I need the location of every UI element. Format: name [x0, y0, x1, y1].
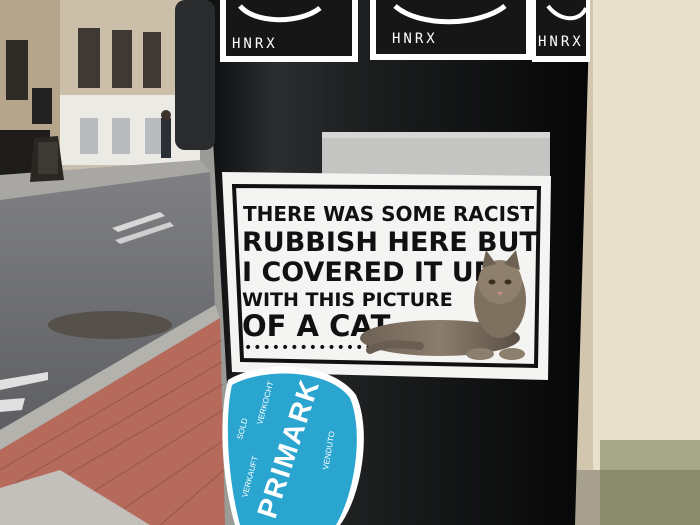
hnrx-sticker: HNRX: [220, 0, 358, 62]
hnrx-label: HNRX: [232, 36, 278, 52]
photo-scene: HNRX HNRX HNRX THERE WAS SOME RACIST RUB…: [0, 0, 700, 525]
hnrx-label: HNRX: [392, 31, 438, 47]
window: [80, 118, 98, 154]
hnrx-sticker: HNRX: [370, 0, 532, 60]
pole-bracket: [175, 0, 215, 150]
window: [112, 118, 130, 154]
road-marking: [0, 398, 25, 412]
window: [78, 28, 100, 88]
hnrx-sticker: HNRX: [532, 0, 590, 62]
pedestrian: [161, 118, 171, 158]
sticker-line-4: WITH THIS PICTURE: [242, 289, 453, 311]
cat-eye-left: [488, 279, 496, 285]
window: [6, 40, 28, 100]
cat-paw: [466, 348, 494, 360]
pedestrian-head: [161, 110, 171, 120]
cat-sticker: THERE WAS SOME RACIST RUBBISH HERE BUT I…: [222, 172, 551, 380]
cat-paw: [499, 348, 525, 360]
moss: [600, 440, 700, 525]
primark-sticker: PRIMARK SOLD VERKOCHT VENDUTO VERKAUFT: [222, 366, 364, 525]
window: [32, 88, 52, 124]
sticker-remnant: [322, 132, 550, 176]
hnrx-label: HNRX: [538, 34, 584, 50]
cat-eye-right: [504, 279, 512, 285]
window: [112, 30, 132, 88]
sticker-line-2: RUBBISH HERE BUT: [242, 227, 539, 258]
window: [143, 32, 161, 88]
photo-svg: HNRX HNRX HNRX THERE WAS SOME RACIST RUB…: [0, 0, 700, 525]
sticker-line-1: THERE WAS SOME RACIST: [243, 202, 534, 226]
a-board-panel: [38, 142, 58, 174]
road-patch: [48, 311, 172, 339]
sticker-remnant-edge: [322, 132, 550, 138]
window: [145, 118, 161, 154]
sticker-line-3: I COVERED IT UP: [242, 257, 493, 288]
